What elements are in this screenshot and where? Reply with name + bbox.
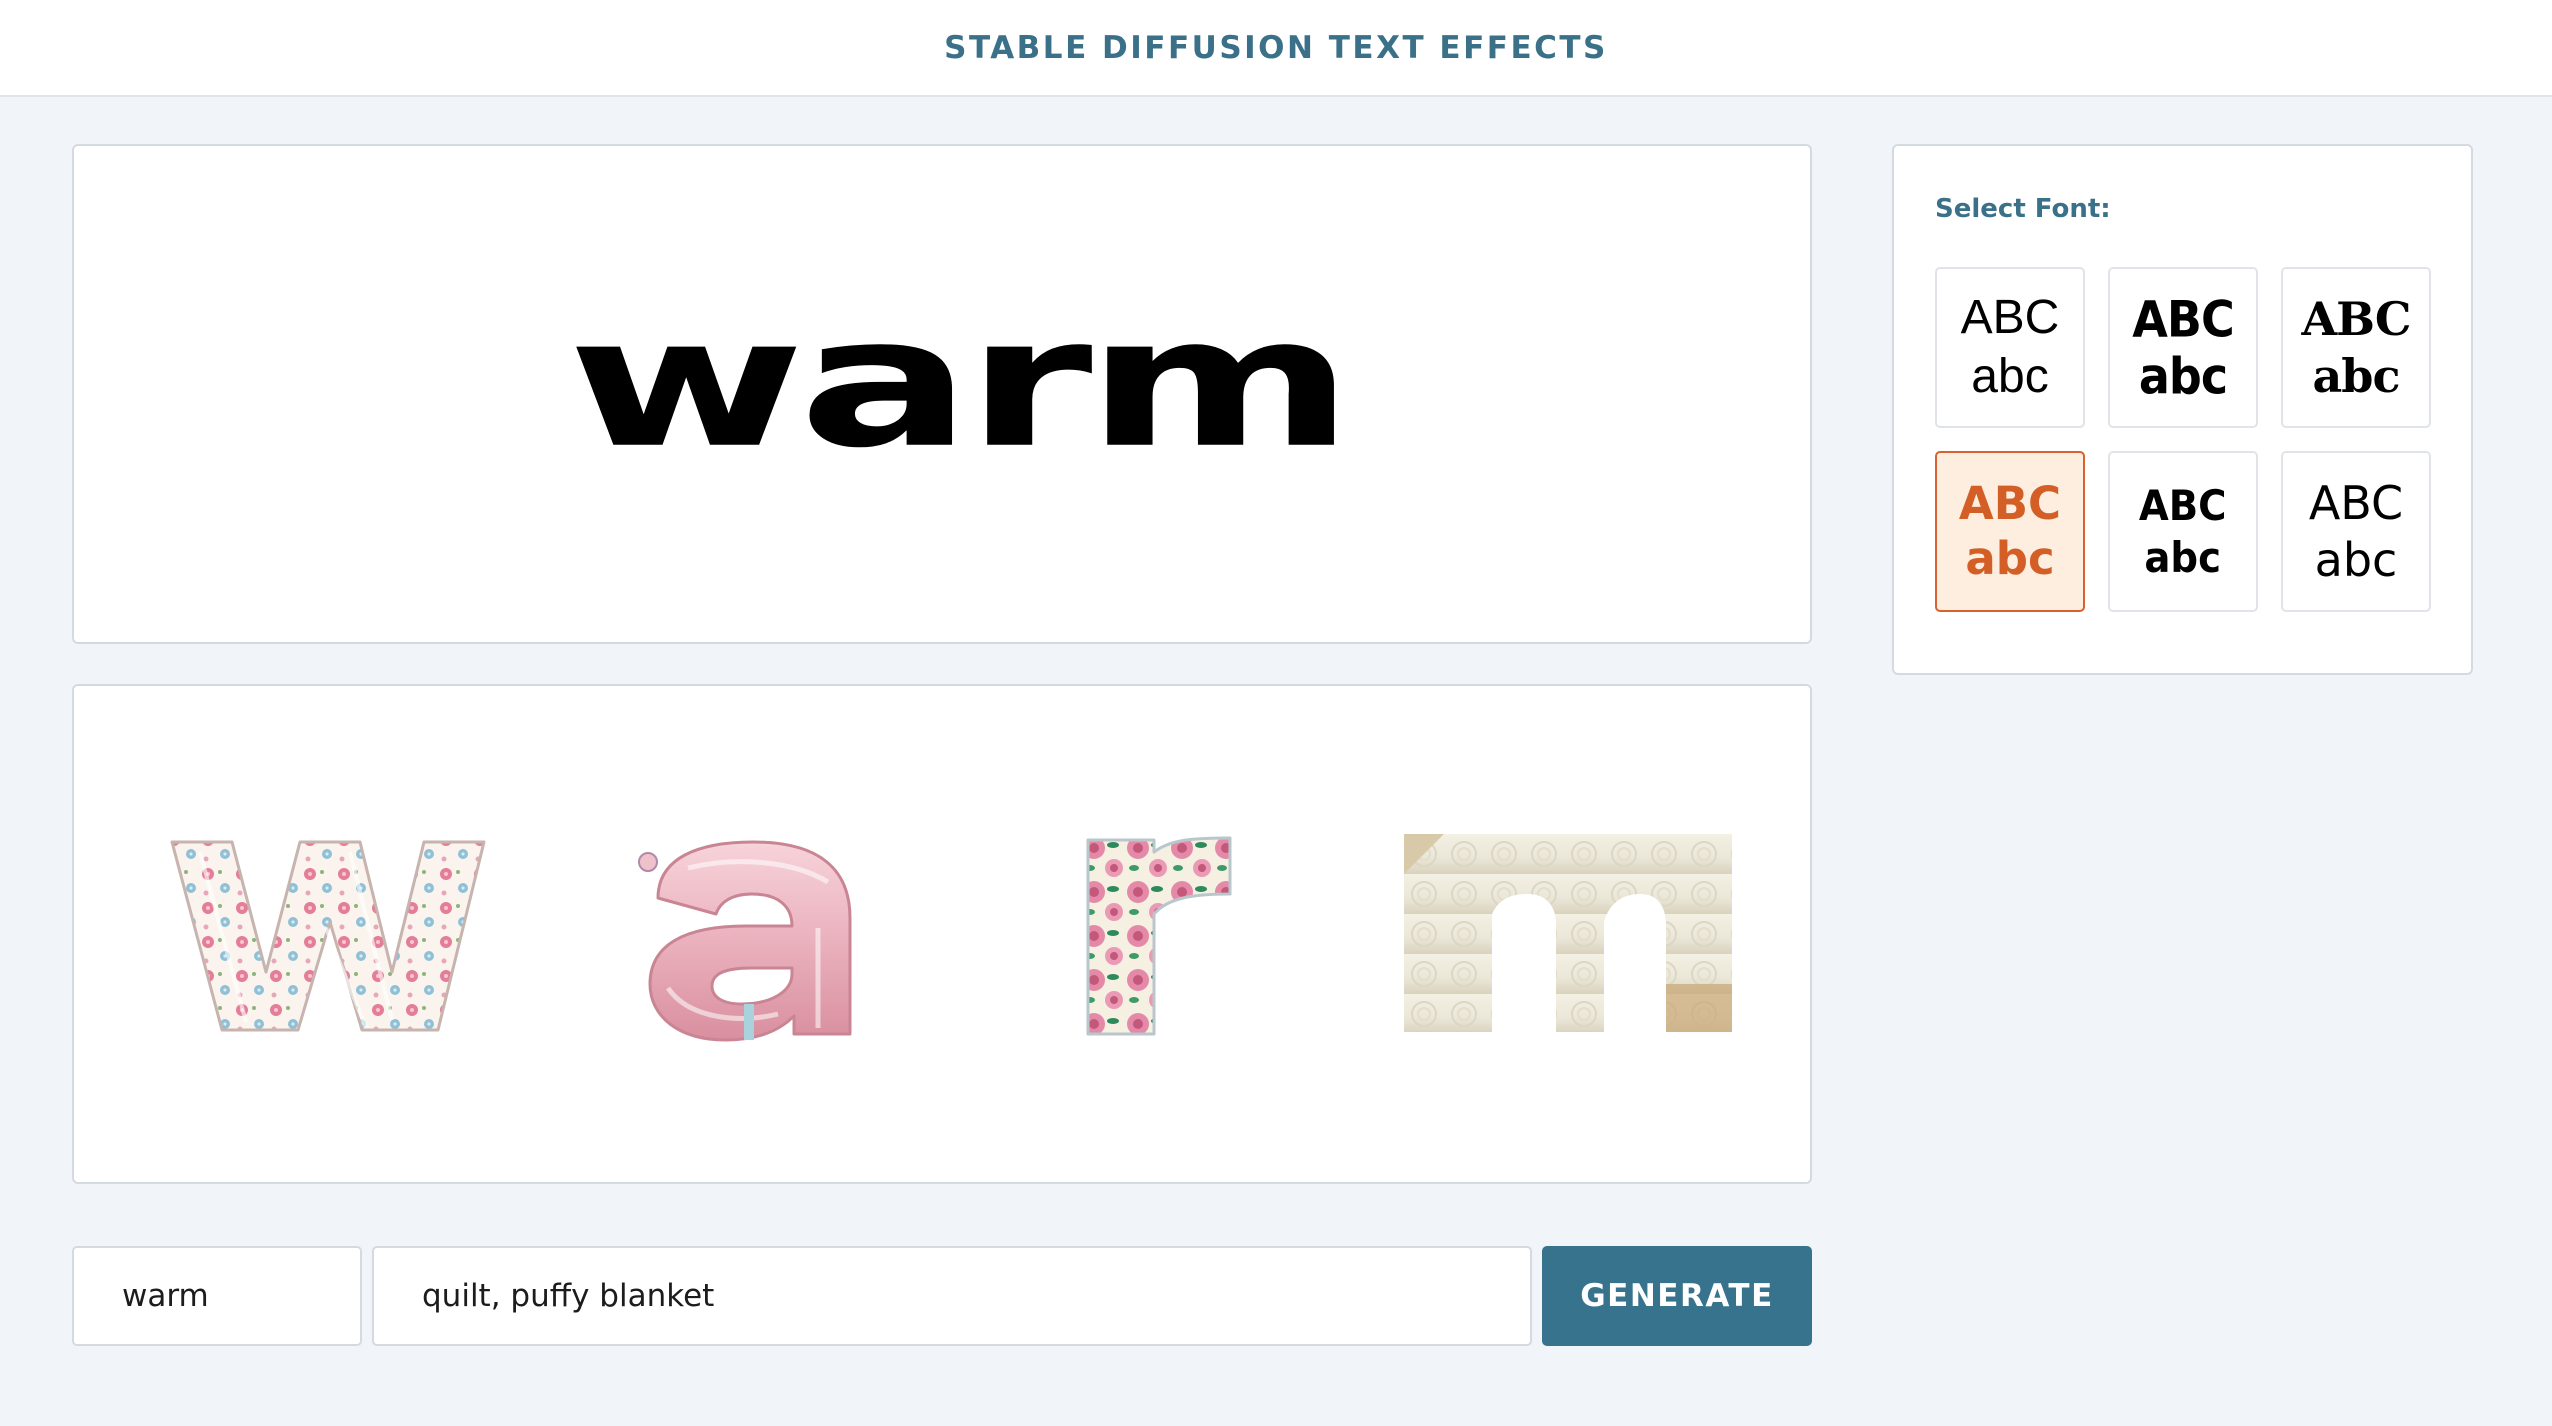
font-sample-lower: abc bbox=[2312, 348, 2401, 403]
generated-letter-r bbox=[1086, 836, 1232, 1036]
font-sample-lower: abc bbox=[1971, 349, 2049, 403]
font-options-grid: ABC abc ABC abc ABC abc ABC abc ABC abc … bbox=[1935, 267, 2431, 612]
generated-letter-w bbox=[170, 840, 486, 1032]
font-sample-lower: abc bbox=[1965, 531, 2055, 585]
select-font-label: Select Font: bbox=[1935, 194, 2111, 224]
generated-letter-a bbox=[638, 840, 852, 1042]
font-option-3[interactable]: ABC abc bbox=[2281, 267, 2431, 428]
font-option-2[interactable]: ABC abc bbox=[2108, 267, 2258, 428]
font-sample-upper: ABC bbox=[2301, 292, 2411, 347]
generated-result-panel bbox=[72, 684, 1812, 1184]
app-title: STABLE DIFFUSION TEXT EFFECTS bbox=[944, 29, 1608, 66]
font-option-4-selected[interactable]: ABC abc bbox=[1935, 451, 2085, 612]
font-option-6[interactable]: ABC abc bbox=[2281, 451, 2431, 612]
font-option-1[interactable]: ABC abc bbox=[1935, 267, 2085, 428]
font-sample-lower: abc bbox=[2314, 532, 2398, 587]
generated-letter-m bbox=[1404, 834, 1732, 1032]
preview-text: warm bbox=[566, 278, 1354, 488]
font-sample-upper: ABC bbox=[2132, 290, 2234, 349]
font-option-5[interactable]: ABC abc bbox=[2108, 451, 2258, 612]
font-selector-panel: Select Font: ABC abc ABC abc ABC abc ABC… bbox=[1892, 144, 2473, 675]
font-sample-upper: ABC bbox=[2308, 476, 2404, 531]
prompt-input[interactable] bbox=[372, 1246, 1532, 1346]
generate-button[interactable]: GENERATE bbox=[1542, 1246, 1812, 1346]
top-bar: STABLE DIFFUSION TEXT EFFECTS bbox=[0, 0, 2552, 97]
font-sample-lower: abc bbox=[2138, 346, 2228, 405]
word-input[interactable] bbox=[72, 1246, 362, 1346]
text-preview-panel: warm bbox=[72, 144, 1812, 644]
font-sample-upper: ABC bbox=[1960, 290, 2060, 344]
font-sample-upper: ABC bbox=[1958, 476, 2062, 530]
font-sample-upper: ABC bbox=[2139, 481, 2227, 531]
font-sample-lower: abc bbox=[2144, 532, 2222, 582]
